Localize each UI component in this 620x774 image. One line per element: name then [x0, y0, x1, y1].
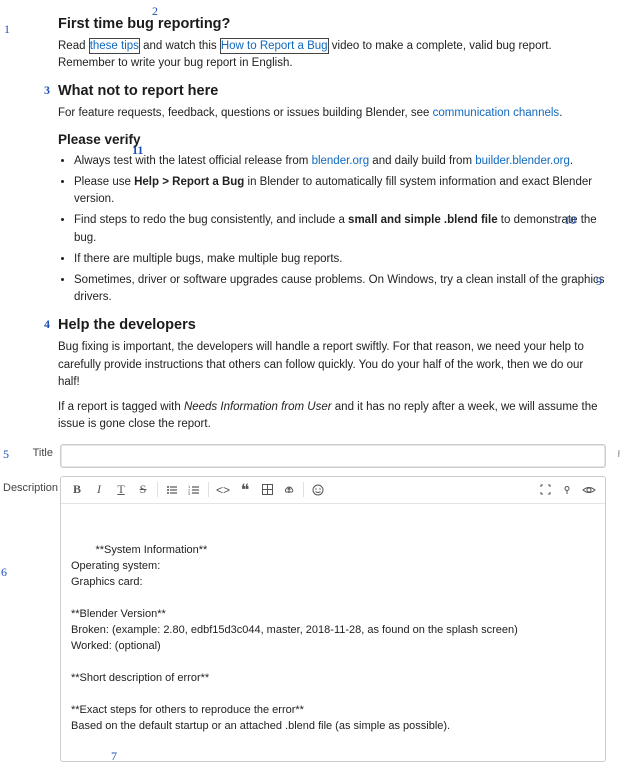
v5: Sometimes, driver or software upgrades c…	[74, 274, 605, 304]
heading-first-time: First time bug reporting?	[58, 16, 606, 32]
description-editor: B I T S 123 <> ❝	[60, 476, 606, 762]
emoji-button[interactable]	[308, 480, 328, 500]
ordered-list-button[interactable]: 123	[184, 480, 204, 500]
toolbar-right	[535, 480, 599, 500]
editor-toolbar: B I T S 123 <> ❝	[61, 477, 605, 504]
annotation-1: 1	[4, 22, 10, 37]
heading-what-not-text: What not to report here	[58, 83, 218, 99]
hp2a: If a report is tagged with	[58, 401, 184, 413]
list-item: If there are multiple bugs, make multipl…	[74, 251, 606, 269]
list-item: Find steps to redo the bug consistently,…	[74, 212, 606, 248]
intro-read: Read	[58, 40, 89, 52]
heading-help-devs-text: Help the developers	[58, 317, 196, 333]
table-button[interactable]	[257, 480, 277, 500]
toolbar-separator	[157, 482, 158, 497]
description-template-text: **System Information** Operating system:…	[71, 544, 518, 731]
bold-button[interactable]: B	[67, 480, 87, 500]
help-p2: If a report is tagged with Needs Informa…	[58, 399, 606, 434]
tips-link[interactable]: these tips	[89, 38, 140, 54]
help-p1: Bug fixing is important, the developers …	[58, 339, 606, 391]
title-row: 5 Title 8 Required	[58, 444, 606, 468]
annotation-4: 4	[44, 317, 50, 332]
toolbar-separator	[303, 482, 304, 497]
what-not-lead: For feature requests, feedback, question…	[58, 107, 433, 119]
annotation-3: 3	[44, 83, 50, 98]
annotation-7: 7	[111, 748, 117, 765]
description-textarea[interactable]: 6 7**System Information** Operating syst…	[61, 504, 605, 761]
intro-paragraph: Read these tips and watch this How to Re…	[58, 38, 606, 73]
preview-button[interactable]	[579, 480, 599, 500]
communication-channels-link[interactable]: communication channels	[433, 107, 560, 119]
code-button[interactable]: <>	[213, 480, 233, 500]
heading-what-not: 3 What not to report here	[58, 83, 606, 99]
builder-blender-org-link[interactable]: builder.blender.org	[475, 155, 570, 167]
underline-button[interactable]: T	[111, 480, 131, 500]
strikethrough-button[interactable]: S	[133, 480, 153, 500]
heading-help-devs: 4 Help the developers	[58, 317, 606, 333]
list-item: Please use Help > Report a Bug in Blende…	[74, 174, 606, 210]
list-item: Sometimes, driver or software upgrades c…	[74, 272, 606, 308]
v1b: and daily build from	[369, 155, 475, 167]
v1a: Always test with the latest official rel…	[74, 155, 312, 167]
quote-button[interactable]: ❝	[235, 480, 255, 500]
upload-button[interactable]	[279, 480, 299, 500]
fullscreen-button[interactable]	[535, 480, 555, 500]
intro-and-watch: and watch this	[140, 40, 220, 52]
pin-button[interactable]	[557, 480, 577, 500]
italic-button[interactable]: I	[89, 480, 109, 500]
what-not-period: .	[559, 107, 562, 119]
v2s: Help > Report a Bug	[134, 176, 244, 188]
verify-list: Always test with the latest official rel…	[58, 153, 606, 308]
blender-org-link[interactable]: blender.org	[312, 155, 370, 167]
list-item: Always test with the latest official rel…	[74, 153, 606, 171]
what-not-paragraph: For feature requests, feedback, question…	[58, 105, 606, 122]
hp2em: Needs Information from User	[184, 401, 332, 413]
unordered-list-button[interactable]	[162, 480, 182, 500]
video-link[interactable]: How to Report a Bug	[220, 38, 329, 54]
v2a: Please use	[74, 176, 134, 188]
heading-please-verify: Please verify 11	[58, 132, 606, 147]
description-row: Description B I T S 123 <> ❝	[58, 476, 606, 762]
heading-please-verify-text: Please verify	[58, 132, 141, 147]
v3s: small and simple .blend file	[348, 214, 498, 226]
description-label: Description	[3, 482, 55, 494]
v3a: Find steps to redo the bug consistently,…	[74, 214, 348, 226]
page-content: First time bug reporting? 1 2 Read these…	[0, 0, 620, 774]
annotation-5: 5	[3, 447, 9, 462]
svg-text:3: 3	[188, 491, 191, 496]
v1c: .	[570, 155, 573, 167]
title-label: Title	[13, 447, 53, 459]
title-input[interactable]	[60, 444, 606, 468]
toolbar-separator	[208, 482, 209, 497]
annotation-6: 6	[1, 564, 7, 581]
